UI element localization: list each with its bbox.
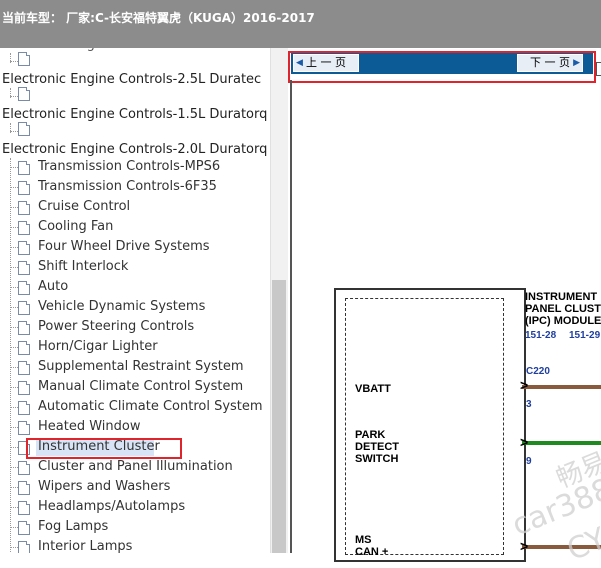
vehicle-title: 当前车型： 厂家:C-长安福特翼虎（KUGA）2016-2017 bbox=[2, 11, 315, 25]
tree-item[interactable]: Manual Climate Control System bbox=[38, 379, 288, 399]
tree-parent-clipped: Electronic Engine Controls-2.0L Duratec bbox=[2, 48, 261, 52]
page-icon bbox=[18, 221, 30, 235]
page-icon bbox=[18, 181, 30, 195]
tree-parent-item[interactable]: Electronic Engine Controls-2.0L Duratorq bbox=[2, 142, 267, 157]
selection-highlight-box bbox=[26, 438, 182, 459]
page-icon bbox=[18, 281, 30, 295]
page-icon bbox=[18, 241, 30, 255]
ref-link-2[interactable]: 151-29 bbox=[569, 330, 600, 342]
ref-link-1[interactable]: 151-28 bbox=[525, 330, 556, 342]
tree-item[interactable]: Transmission Controls-MPS6 bbox=[38, 159, 288, 179]
page-icon bbox=[18, 261, 30, 275]
tree-item[interactable]: Wipers and Washers bbox=[38, 479, 288, 499]
tree-item[interactable]: Supplemental Restraint System bbox=[38, 359, 288, 379]
tree-item[interactable]: Cooling Fan bbox=[38, 219, 288, 239]
page-icon bbox=[18, 321, 30, 335]
signal-vbatt: VBATT bbox=[355, 383, 391, 395]
panel-edge-box bbox=[596, 62, 601, 76]
tree-item[interactable]: Automatic Climate Control System bbox=[38, 399, 288, 419]
tree-panel[interactable]: Electronic Engine Controls-2.0L Duratec … bbox=[0, 48, 288, 553]
tree-item[interactable]: Fog Lamps bbox=[38, 519, 288, 539]
page-icon bbox=[18, 421, 30, 435]
page-icon bbox=[18, 521, 30, 535]
tree-item[interactable]: Four Wheel Drive Systems bbox=[38, 239, 288, 259]
page-icon bbox=[18, 87, 30, 101]
page-icon bbox=[18, 381, 30, 395]
signal-park-detect: PARK DETECT SWITCH bbox=[355, 429, 399, 465]
tree-item[interactable]: Vehicle Dynamic Systems bbox=[38, 299, 288, 319]
tree-guide-line bbox=[10, 158, 11, 553]
arrow-right-icon: > bbox=[520, 377, 529, 393]
tree-item[interactable]: Cruise Control bbox=[38, 199, 288, 219]
page-icon bbox=[18, 461, 30, 475]
page-icon bbox=[18, 341, 30, 355]
connector-label: C220 bbox=[526, 366, 550, 377]
page-icon bbox=[18, 501, 30, 515]
page-icon bbox=[18, 52, 30, 66]
page-icon bbox=[18, 301, 30, 315]
tree-item[interactable]: Power Steering Controls bbox=[38, 319, 288, 339]
tree-item[interactable]: Headlamps/Autolamps bbox=[38, 499, 288, 519]
wire-vbatt bbox=[522, 385, 601, 389]
page-icon bbox=[18, 201, 30, 215]
module-title: INSTRUMENT PANEL CLUSTER (IPC) MODULE bbox=[525, 291, 601, 327]
tree-item[interactable]: Cluster and Panel Illumination bbox=[38, 459, 288, 479]
tree-parent-item[interactable]: Electronic Engine Controls-2.5L Duratec bbox=[2, 72, 261, 87]
page-icon bbox=[18, 161, 30, 175]
page-icon bbox=[18, 122, 30, 136]
arrow-right-icon: > bbox=[520, 434, 529, 450]
tree-parent-item[interactable]: Electronic Engine Controls-1.5L Duratorq bbox=[2, 107, 267, 122]
tree-item[interactable]: Heated Window bbox=[38, 419, 288, 439]
tree-item[interactable]: Horn/Cigar Lighter bbox=[38, 339, 288, 359]
ipc-module-inner bbox=[345, 298, 504, 555]
page-icon bbox=[18, 481, 30, 495]
page-icon bbox=[18, 361, 30, 375]
tree-item[interactable]: Auto bbox=[38, 279, 288, 299]
page-icon bbox=[18, 541, 30, 553]
tree-item[interactable]: Shift Interlock bbox=[38, 259, 288, 279]
title-bar: 当前车型： 厂家:C-长安福特翼虎（KUGA）2016-2017 bbox=[0, 0, 601, 48]
tree-item[interactable]: Transmission Controls-6F35 bbox=[38, 179, 288, 199]
tree-item[interactable]: Interior Lamps bbox=[38, 539, 288, 553]
nav-highlight-box bbox=[288, 51, 596, 83]
pin-3: 3 bbox=[526, 399, 532, 410]
signal-ms-can: MS CAN + bbox=[355, 534, 389, 558]
pin-9: 9 bbox=[526, 456, 532, 467]
page-icon bbox=[18, 401, 30, 415]
scrollbar-thumb[interactable] bbox=[272, 280, 286, 553]
